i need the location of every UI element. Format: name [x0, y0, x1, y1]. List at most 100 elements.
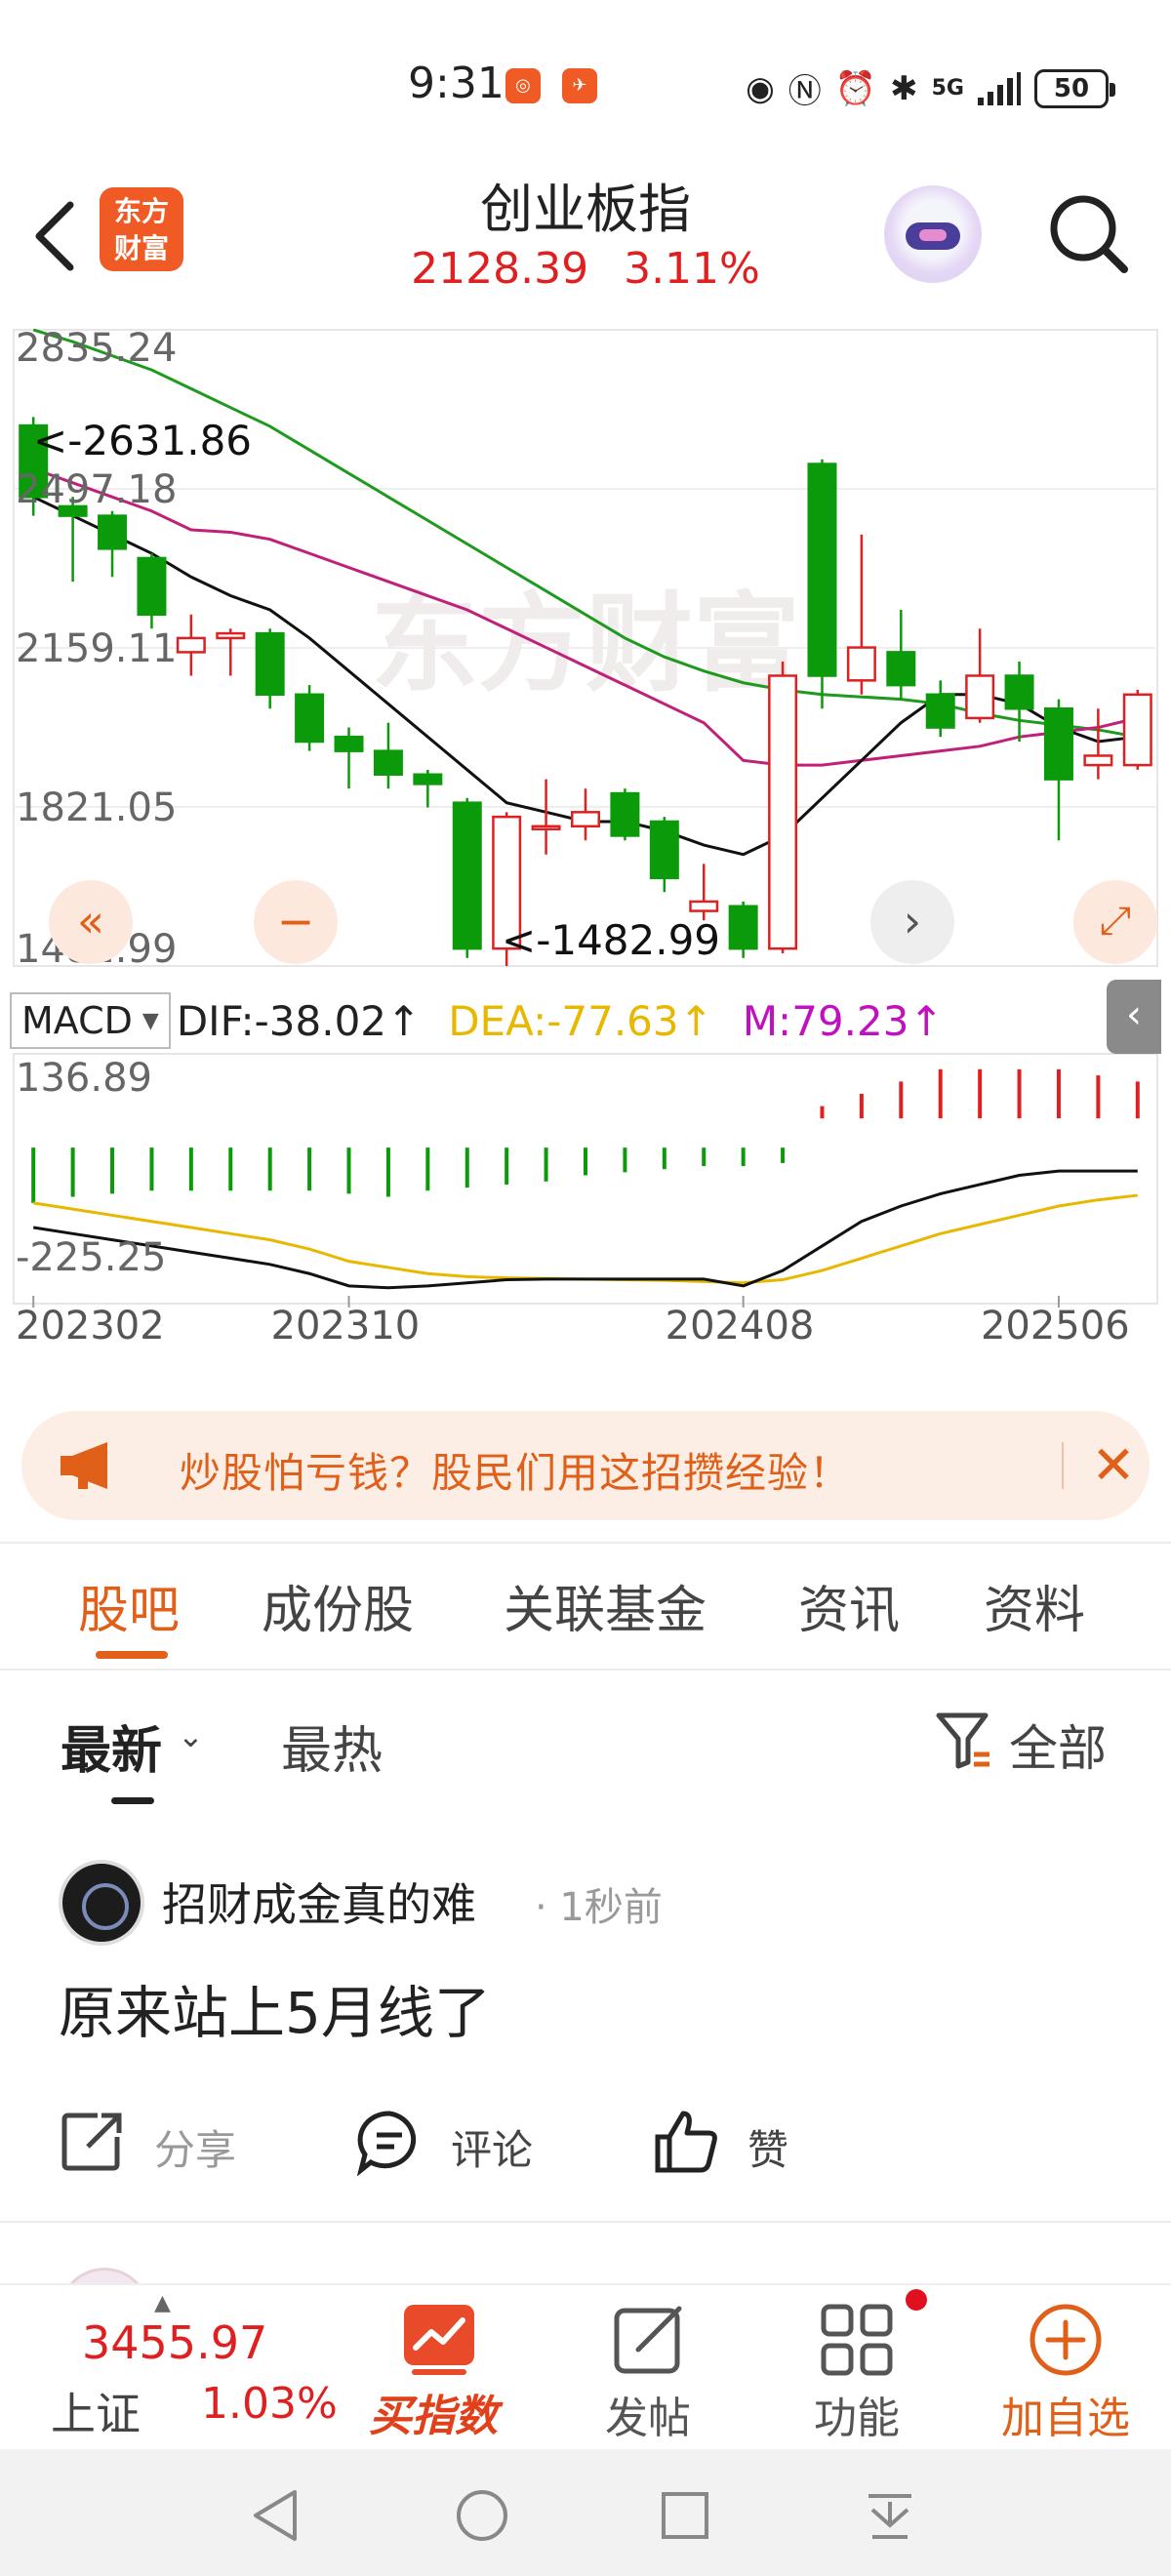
tab-profile[interactable]: 资料 — [984, 1569, 1085, 1642]
candle-up — [768, 674, 798, 950]
post-item[interactable]: 招财成金真的难 · 1秒前 原来站上5月线了 分享 评论 赞 — [0, 1844, 1171, 2186]
double-left-icon[interactable]: « — [49, 880, 133, 964]
divider — [0, 2221, 1171, 2223]
candle-down — [137, 556, 167, 617]
candle-down — [1004, 674, 1034, 710]
filter-label[interactable]: 全部 — [1009, 1710, 1107, 1780]
status-right-icons: ◉ Ⓝ ⏰ ✱ 5G 50 — [746, 64, 1115, 112]
page-title: 创业板指 — [480, 179, 691, 240]
nav-back-icon[interactable] — [246, 2484, 308, 2547]
comment-icon[interactable] — [355, 2108, 424, 2176]
candle-down — [373, 749, 403, 777]
nav-home-icon[interactable] — [451, 2484, 513, 2547]
notification-dot — [906, 2289, 927, 2311]
compose-icon[interactable] — [609, 2299, 691, 2381]
post-content[interactable]: 原来站上5月线了 — [59, 1967, 491, 2049]
functions-grid-icon[interactable] — [816, 2299, 898, 2381]
avatar[interactable] — [59, 1860, 144, 1946]
low-annotation: <-1482.99 — [502, 916, 720, 964]
candle-down — [649, 820, 679, 880]
tab-related-funds[interactable]: 关联基金 — [504, 1569, 707, 1642]
watermark-text: 东方财富 — [371, 582, 800, 706]
candle-up — [965, 674, 995, 720]
x-tick-label: 202408 — [666, 1304, 815, 1348]
divider — [0, 1669, 1171, 1670]
kline-chart[interactable]: 东方财富2835.242497.182159.111821.051482.99<… — [0, 310, 1171, 1384]
candle-up — [689, 900, 719, 912]
y-tick-label: 2159.11 — [16, 626, 177, 671]
share-label[interactable]: 分享 — [154, 2117, 236, 2177]
macd-panel-frame — [13, 1053, 1158, 1305]
index-change-pct: 3.11% — [624, 244, 760, 294]
share-icon[interactable] — [59, 2108, 127, 2176]
ad-text: 炒股怕亏钱？股民们用这招攒经验！ — [180, 1449, 852, 1497]
candle-up — [1122, 693, 1152, 767]
high-annotation: <-2631.86 — [33, 417, 252, 464]
candle-down — [807, 463, 837, 677]
side-collapse-tab[interactable]: ‹ — [1107, 980, 1161, 1054]
eye-icon: ◉ — [746, 68, 775, 108]
candle-down — [1043, 707, 1073, 781]
buy-index-label[interactable]: 买指数 — [369, 2381, 498, 2443]
y-tick-label: 1821.05 — [16, 785, 177, 830]
add-watchlist-icon[interactable] — [1025, 2299, 1107, 2381]
y-tick-label: 2497.18 — [16, 467, 177, 512]
post-time: · 1秒前 — [535, 1885, 663, 1930]
candle-down — [610, 791, 640, 837]
add-watchlist-label[interactable]: 加自选 — [1001, 2383, 1130, 2445]
kline-svg: 东方财富2835.242497.182159.111821.051482.99<… — [13, 326, 1158, 1348]
close-icon[interactable]: ✕ — [1079, 1432, 1148, 1501]
sse-index-pct[interactable]: 1.03% — [201, 2379, 338, 2429]
sort-hot[interactable]: 最热 — [281, 1710, 383, 1783]
comment-label[interactable]: 评论 — [451, 2117, 533, 2177]
search-icon[interactable] — [1044, 189, 1132, 277]
nfc-icon: Ⓝ — [787, 72, 822, 111]
candle-down — [295, 693, 325, 744]
app-notify-icon: ✈ — [562, 68, 597, 103]
ad-separator — [1062, 1442, 1064, 1489]
candle-up — [216, 631, 246, 640]
expand-icon[interactable]: ⤢ — [1073, 880, 1157, 964]
chevron-down-icon[interactable]: ⌄ — [178, 1717, 204, 1754]
battery-indicator: 50 — [1034, 68, 1115, 108]
sort-bar: 最新 ⌄ 最热 全部 — [0, 1698, 1171, 1815]
sse-index-name[interactable]: 上证 — [51, 2379, 141, 2443]
ai-assistant-icon[interactable] — [884, 185, 982, 283]
post-username[interactable]: 招财成金真的难 — [162, 1870, 476, 1934]
candle-down — [255, 631, 285, 697]
sort-latest[interactable]: 最新 — [61, 1710, 162, 1783]
app-header: 东方 财富 创业板指 2128.39 3.11% — [0, 166, 1171, 312]
app-notify-icon: ◎ — [505, 68, 541, 103]
signal-bars-icon — [978, 71, 1021, 105]
candle-up — [176, 636, 206, 654]
macd-dif: DIF:-38.02↑ — [176, 996, 422, 1045]
tab-constituents[interactable]: 成份股 — [262, 1569, 414, 1642]
x-tick-label: 202310 — [271, 1304, 421, 1348]
tab-guba[interactable]: 股吧 — [78, 1569, 180, 1642]
like-icon[interactable] — [652, 2108, 720, 2176]
buy-index-icon[interactable] — [398, 2299, 480, 2381]
macd-dea-line — [32, 1193, 1138, 1285]
signal-5g-icon: 5G — [931, 76, 964, 101]
functions-label[interactable]: 功能 — [814, 2383, 900, 2445]
post-actions: 分享 评论 赞 — [0, 2100, 1171, 2188]
nav-dropdown-icon[interactable] — [859, 2484, 921, 2547]
filter-icon[interactable] — [935, 1710, 993, 1772]
x-tick-label: 202506 — [981, 1304, 1130, 1348]
like-label[interactable]: 赞 — [747, 2117, 788, 2177]
sse-index-value[interactable]: 3455.97 — [82, 2316, 267, 2369]
compose-label[interactable]: 发帖 — [605, 2383, 691, 2445]
next-icon[interactable]: › — [870, 880, 954, 964]
macd-m: M:79.23↑ — [742, 996, 944, 1045]
candle-down — [886, 651, 916, 687]
macd-y-tick: 136.89 — [16, 1056, 152, 1101]
indicator-select[interactable]: MACD ▼ — [10, 992, 171, 1049]
nav-recents-icon[interactable] — [654, 2484, 716, 2547]
tab-news[interactable]: 资讯 — [798, 1569, 900, 1642]
ad-banner[interactable]: 炒股怕亏钱？股民们用这招攒经验！ ✕ — [21, 1411, 1150, 1520]
macd-y-tick: -225.25 — [16, 1235, 166, 1280]
zoom-out-icon[interactable]: − — [254, 880, 338, 964]
macd-dea: DEA:-77.63↑ — [448, 996, 713, 1045]
x-tick-label: 202302 — [16, 1304, 165, 1348]
macd-legend: MACD ▼ DIF:-38.02↑ DEA:-77.63↑ M:79.23↑ — [10, 986, 1161, 1056]
